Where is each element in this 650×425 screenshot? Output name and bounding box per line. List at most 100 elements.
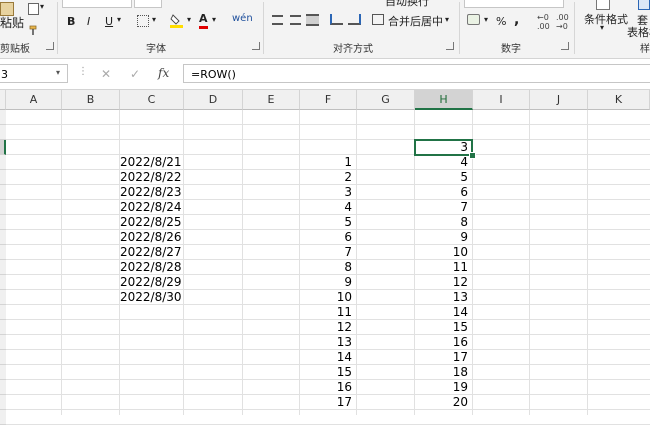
increase-decimal-icon[interactable]: ←0.00 bbox=[537, 13, 550, 31]
conditional-format-dropdown-icon[interactable]: ▾ bbox=[600, 23, 604, 32]
column-header-a[interactable]: A bbox=[6, 90, 62, 110]
row-header[interactable] bbox=[0, 305, 6, 320]
cell-f15[interactable]: 12 bbox=[300, 320, 352, 335]
accounting-dropdown-icon[interactable]: ▾ bbox=[484, 15, 488, 24]
insert-function-button[interactable]: fx bbox=[158, 66, 169, 80]
row-header[interactable] bbox=[0, 365, 6, 380]
cell-c6[interactable]: 2022/8/23 bbox=[120, 185, 182, 200]
cell-c4[interactable]: 2022/8/21 bbox=[120, 155, 182, 170]
cell-f9[interactable]: 6 bbox=[300, 230, 352, 245]
row-header[interactable] bbox=[0, 395, 6, 410]
decrease-decimal-icon[interactable]: .00 →0 bbox=[556, 13, 569, 31]
column-header-i[interactable]: I bbox=[473, 90, 530, 110]
row-header[interactable] bbox=[0, 350, 6, 365]
cell-h14[interactable]: 14 bbox=[415, 305, 468, 320]
cell-f17[interactable]: 14 bbox=[300, 350, 352, 365]
cell-h15[interactable]: 15 bbox=[415, 320, 468, 335]
column-header-h[interactable]: H bbox=[415, 90, 473, 110]
font-launcher-icon[interactable] bbox=[252, 42, 260, 50]
name-box-dropdown-icon[interactable]: ▾ bbox=[56, 68, 60, 77]
border-dropdown-icon[interactable]: ▾ bbox=[152, 15, 156, 24]
cell-h5[interactable]: 5 bbox=[415, 170, 468, 185]
column-header-g[interactable]: G bbox=[357, 90, 415, 110]
column-header-j[interactable]: J bbox=[530, 90, 588, 110]
font-color-dropdown-icon[interactable]: ▾ bbox=[212, 15, 216, 24]
cell-c7[interactable]: 2022/8/24 bbox=[120, 200, 182, 215]
cell-h7[interactable]: 7 bbox=[415, 200, 468, 215]
row-header[interactable] bbox=[0, 275, 6, 290]
column-header-b[interactable]: B bbox=[62, 90, 120, 110]
confirm-entry-button[interactable]: ✓ bbox=[130, 67, 140, 81]
increase-indent-icon[interactable] bbox=[348, 14, 361, 25]
row-header[interactable] bbox=[0, 260, 6, 275]
number-format-combo-edge[interactable] bbox=[464, 0, 564, 8]
cell-f6[interactable]: 3 bbox=[300, 185, 352, 200]
merge-center-button[interactable]: 合并后居中 bbox=[388, 13, 443, 29]
cell-h20[interactable]: 20 bbox=[415, 395, 468, 410]
copy-dropdown-arrow-icon[interactable]: ▾ bbox=[40, 2, 44, 11]
row-header[interactable] bbox=[0, 110, 6, 125]
row-header[interactable] bbox=[0, 410, 6, 425]
font-size-combo-edge[interactable] bbox=[134, 0, 162, 8]
cell-f14[interactable]: 11 bbox=[300, 305, 352, 320]
row-header[interactable] bbox=[0, 380, 6, 395]
cell-f18[interactable]: 15 bbox=[300, 365, 352, 380]
column-header-f[interactable]: F bbox=[300, 90, 357, 110]
column-header-d[interactable]: D bbox=[184, 90, 243, 110]
row-header[interactable] bbox=[0, 215, 6, 230]
cell-h8[interactable]: 8 bbox=[415, 215, 468, 230]
cell-h6[interactable]: 6 bbox=[415, 185, 468, 200]
underline-dropdown-icon[interactable]: ▾ bbox=[117, 15, 121, 24]
cell-f19[interactable]: 16 bbox=[300, 380, 352, 395]
underline-button[interactable]: U bbox=[105, 14, 113, 30]
cell-h18[interactable]: 18 bbox=[415, 365, 468, 380]
cell-h19[interactable]: 19 bbox=[415, 380, 468, 395]
cell-f8[interactable]: 5 bbox=[300, 215, 352, 230]
font-color-button[interactable]: A bbox=[199, 12, 208, 29]
cell-h12[interactable]: 12 bbox=[415, 275, 468, 290]
row-header[interactable] bbox=[0, 245, 6, 260]
paste-button[interactable]: 粘贴 bbox=[0, 14, 24, 31]
cell-h11[interactable]: 11 bbox=[415, 260, 468, 275]
table-format-icon[interactable] bbox=[638, 0, 650, 10]
format-painter-icon[interactable] bbox=[28, 22, 38, 35]
decrease-indent-icon[interactable] bbox=[330, 14, 343, 25]
column-header-c[interactable]: C bbox=[120, 90, 184, 110]
cell-f4[interactable]: 1 bbox=[300, 155, 352, 170]
cell-h9[interactable]: 9 bbox=[415, 230, 468, 245]
cell-c13[interactable]: 2022/8/30 bbox=[120, 290, 182, 305]
percent-button[interactable]: % bbox=[496, 14, 506, 30]
number-launcher-icon[interactable] bbox=[561, 42, 569, 50]
align-left-icon[interactable] bbox=[272, 15, 283, 25]
row-header[interactable] bbox=[0, 320, 6, 335]
cell-h4[interactable]: 4 bbox=[415, 155, 468, 170]
cell-f12[interactable]: 9 bbox=[300, 275, 352, 290]
clipboard-launcher-icon[interactable] bbox=[46, 42, 54, 50]
bold-button[interactable]: B bbox=[67, 14, 75, 30]
cell-f5[interactable]: 2 bbox=[300, 170, 352, 185]
phonetic-icon[interactable]: wén bbox=[232, 13, 253, 24]
row-header[interactable] bbox=[0, 140, 6, 155]
cell-f11[interactable]: 8 bbox=[300, 260, 352, 275]
align-center-icon[interactable] bbox=[290, 15, 301, 25]
row-header[interactable] bbox=[0, 155, 6, 170]
fill-color-dropdown-icon[interactable]: ▾ bbox=[187, 15, 191, 24]
cell-f16[interactable]: 13 bbox=[300, 335, 352, 350]
cell-h17[interactable]: 17 bbox=[415, 350, 468, 365]
format-as-table-label-line2[interactable]: 表格格 bbox=[627, 24, 650, 40]
align-right-icon[interactable] bbox=[306, 14, 319, 26]
cell-h10[interactable]: 10 bbox=[415, 245, 468, 260]
italic-button[interactable]: I bbox=[87, 14, 90, 30]
conditional-format-button[interactable]: 条件格式 bbox=[584, 11, 628, 27]
column-header-k[interactable]: K bbox=[588, 90, 650, 110]
fill-handle[interactable] bbox=[469, 152, 476, 159]
column-header-e[interactable]: E bbox=[243, 90, 300, 110]
row-header[interactable] bbox=[0, 290, 6, 305]
row-header[interactable] bbox=[0, 185, 6, 200]
cancel-entry-button[interactable]: ✕ bbox=[101, 67, 111, 81]
font-name-combo-edge[interactable] bbox=[62, 0, 132, 8]
copy-icon[interactable] bbox=[28, 3, 39, 15]
border-icon[interactable] bbox=[137, 15, 149, 27]
row-header[interactable] bbox=[0, 170, 6, 185]
cell-c9[interactable]: 2022/8/26 bbox=[120, 230, 182, 245]
